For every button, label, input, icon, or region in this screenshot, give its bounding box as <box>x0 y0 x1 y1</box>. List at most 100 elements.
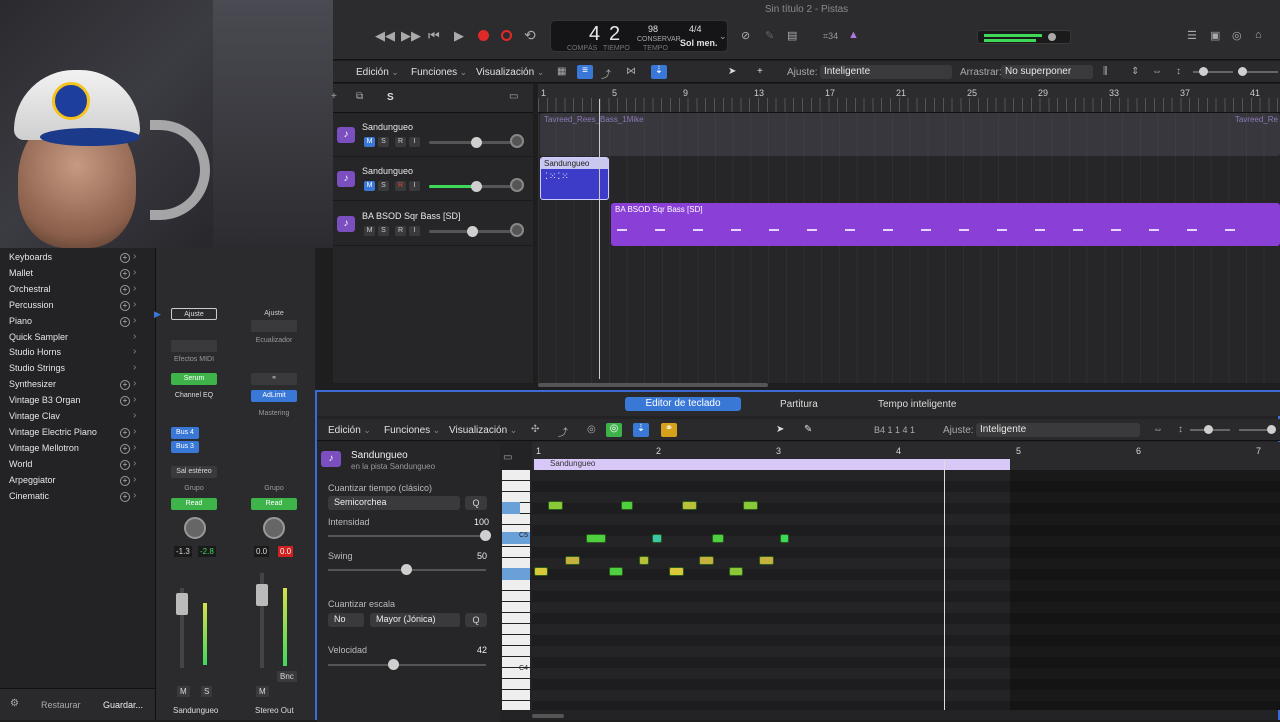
library-item[interactable]: Keyboards <box>9 252 52 262</box>
chevron-right-icon[interactable]: › <box>133 442 136 453</box>
chevron-right-icon[interactable]: › <box>133 490 136 501</box>
waveform-zoom-icon[interactable]: ⫼ <box>1103 66 1108 77</box>
count-in[interactable]: ⌗34 <box>823 31 838 42</box>
pointer-tool-icon[interactable]: ➤ <box>728 66 736 77</box>
count-in-icon[interactable]: ✎ <box>765 29 774 42</box>
solo-button[interactable]: S <box>378 137 389 147</box>
view-menu[interactable]: Visualización <box>476 67 544 78</box>
vertical-zoom-slider[interactable] <box>1190 425 1230 434</box>
midi-note[interactable] <box>565 556 580 565</box>
volume-fader[interactable] <box>256 584 268 606</box>
go-to-start-icon[interactable]: ⏮ <box>428 28 440 44</box>
piano-keyboard[interactable]: C5 C4 <box>502 470 530 710</box>
chevron-right-icon[interactable]: › <box>133 394 136 405</box>
audio-fx-slot[interactable]: Channel EQ <box>171 390 217 402</box>
automation-icon[interactable]: ⤴ <box>558 424 568 439</box>
add-icon[interactable]: + <box>120 316 130 327</box>
library-item[interactable]: Arpeggiator <box>9 475 56 485</box>
global-solo-icon[interactable]: S <box>387 92 394 103</box>
gear-icon[interactable]: ⚙ <box>10 698 19 709</box>
intensity-slider[interactable] <box>328 530 491 541</box>
chevron-right-icon[interactable]: › <box>133 267 136 278</box>
inspector-toggle-icon[interactable]: ▭ <box>503 452 512 463</box>
library-item[interactable]: Cinematic <box>9 491 49 501</box>
instrument-slot[interactable]: Serum <box>171 373 217 385</box>
midi-note[interactable] <box>743 501 758 510</box>
save-button[interactable]: Guardar... <box>103 700 143 710</box>
chevron-right-icon[interactable]: › <box>133 315 136 326</box>
rewind-icon[interactable]: ◀◀ <box>375 28 395 44</box>
horizontal-zoom-slider[interactable] <box>1239 425 1276 434</box>
input-monitor-button[interactable]: I <box>409 181 420 191</box>
horizontal-scrollbar[interactable] <box>532 714 564 718</box>
mute-button[interactable]: M <box>177 686 190 697</box>
solo-button[interactable]: S <box>378 181 389 191</box>
view-menu[interactable]: Visualización <box>449 425 517 436</box>
track-row[interactable]: ♪ Sandungueo M S R I <box>333 157 533 201</box>
scale-quantize-button[interactable]: Q <box>465 613 487 627</box>
master-level-meter[interactable] <box>977 30 1071 44</box>
add-icon[interactable]: + <box>120 443 130 454</box>
midi-draw-icon[interactable]: ◎ <box>587 424 596 435</box>
edit-menu[interactable]: Edición <box>328 425 371 436</box>
bounce-button[interactable]: Bnc <box>277 671 297 682</box>
list-editor-icon[interactable]: ☰ <box>1187 29 1197 42</box>
midi-note[interactable] <box>729 567 743 576</box>
volume-fader[interactable] <box>429 137 511 148</box>
track-options-icon[interactable]: ▭ <box>509 91 518 102</box>
bass-region[interactable]: BA BSOD Sqr Bass [SD] <box>611 203 1280 246</box>
browser-icon[interactable]: ⌂ <box>1255 29 1262 41</box>
record-enable-button[interactable]: R <box>395 181 406 191</box>
library-item[interactable]: Mallet <box>9 268 33 278</box>
midi-fx-slot[interactable]: Efectos MIDI <box>170 354 218 366</box>
add-icon[interactable]: + <box>120 268 130 279</box>
snap-select[interactable]: Inteligente <box>976 423 1140 437</box>
pan-knob[interactable] <box>184 517 206 539</box>
tab-score[interactable]: Partitura <box>780 399 818 410</box>
chevron-right-icon[interactable]: › <box>133 410 136 421</box>
arrange-ruler[interactable] <box>538 84 1280 113</box>
notepad-icon[interactable]: ▣ <box>1210 29 1220 42</box>
track-name[interactable]: BA BSOD Sqr Bass [SD] <box>362 211 461 221</box>
scale-type-select[interactable]: Mayor (Jónica) <box>370 613 460 627</box>
library-item[interactable]: Vintage Electric Piano <box>9 427 97 437</box>
playhead[interactable] <box>944 460 945 710</box>
chevron-right-icon[interactable]: › <box>133 362 136 373</box>
mastering-slot[interactable]: Mastering <box>251 408 297 420</box>
catch-icon[interactable]: ⇣ <box>633 423 649 437</box>
midi-note[interactable] <box>609 567 623 576</box>
eq-display[interactable] <box>171 340 217 352</box>
flex-icon[interactable]: ⋈ <box>626 66 636 77</box>
catch-icon[interactable]: ⇣ <box>651 65 667 79</box>
add-icon[interactable]: + <box>120 300 130 311</box>
library-item[interactable]: World <box>9 459 32 469</box>
vertical-zoom-slider[interactable] <box>1193 67 1233 76</box>
editor-ruler[interactable]: 1 2 3 4 5 6 7 Sandungueo <box>532 442 1280 470</box>
midi-in-icon[interactable]: ✣ <box>531 424 539 435</box>
mute-button[interactable]: M <box>256 686 269 697</box>
input-monitor-button[interactable]: I <box>409 137 420 147</box>
note-grid[interactable] <box>532 460 1280 710</box>
velocity-slider[interactable] <box>328 659 486 670</box>
link-icon[interactable]: ⚭ <box>661 423 677 437</box>
arrange-area[interactable]: Tavreed_Rees_Bass_1Mike Tavreed_Re Sandu… <box>538 99 1280 387</box>
chevron-right-icon[interactable]: › <box>133 458 136 469</box>
track-row[interactable]: ♪ Sandungueo M S R I <box>333 113 533 157</box>
list-view-icon[interactable]: ≡ <box>577 65 593 79</box>
horizontal-scrollbar[interactable] <box>538 383 768 387</box>
functions-menu[interactable]: Funciones <box>384 425 440 436</box>
add-icon[interactable]: + <box>120 459 130 470</box>
drag-select[interactable]: No superponer <box>1001 65 1093 79</box>
horizontal-fit-icon[interactable]: ⇔ <box>1152 66 1162 77</box>
library-item[interactable]: Studio Horns <box>9 347 61 357</box>
add-icon[interactable]: + <box>120 491 130 502</box>
midi-note[interactable] <box>682 501 697 510</box>
midi-note[interactable] <box>534 567 548 576</box>
library-item[interactable]: Percussion <box>9 300 54 310</box>
snap-select[interactable]: Inteligente <box>820 65 952 79</box>
midi-note[interactable] <box>621 501 633 510</box>
eq-display[interactable] <box>251 320 297 332</box>
record-icon[interactable] <box>478 30 489 41</box>
vertical-fit-icon[interactable]: ⇕ <box>1131 66 1139 77</box>
midi-note[interactable] <box>669 567 684 576</box>
